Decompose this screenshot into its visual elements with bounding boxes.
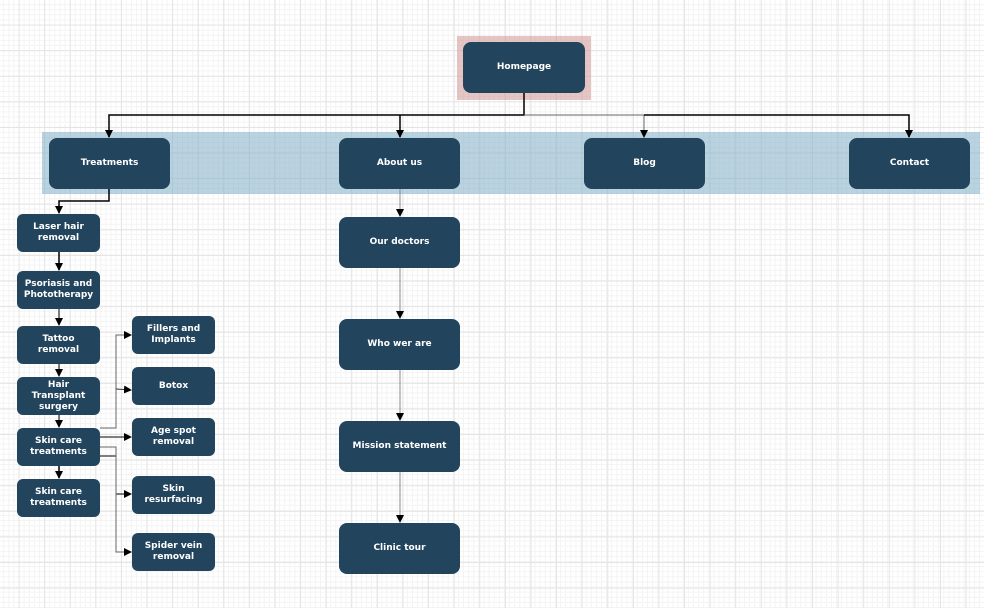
node-skin-resurfacing[interactable]: Skin resurfacing (132, 476, 215, 514)
node-clinic-tour[interactable]: Clinic tour (339, 523, 460, 574)
node-label: Contact (889, 158, 930, 168)
node-label: About us (376, 158, 423, 168)
node-laser-hair-removal[interactable]: Laser hair removal (17, 214, 100, 252)
node-label: Skin resurfacing (144, 484, 203, 505)
node-label: Psoriasis and Phototherapy (23, 279, 94, 300)
node-who-we-are[interactable]: Who wer are (339, 319, 460, 370)
node-psoriasis-phototherapy[interactable]: Psoriasis and Phototherapy (17, 271, 100, 309)
node-mission-statement[interactable]: Mission statement (339, 421, 460, 472)
edge-skincare-fillers (100, 331, 132, 429)
edge-home-blog (524, 114, 648, 138)
node-skin-care-treatments-2[interactable]: Skin care treatments (17, 479, 100, 517)
node-hair-transplant-surgery[interactable]: Hair Transplant surgery (17, 377, 100, 415)
node-label: Skin care treatments (30, 436, 87, 457)
node-our-doctors[interactable]: Our doctors (339, 217, 460, 268)
node-tattoo-removal[interactable]: Tattoo removal (17, 326, 100, 364)
node-contact[interactable]: Contact (849, 138, 970, 189)
node-skin-care-treatments[interactable]: Skin care treatments (17, 428, 100, 466)
edge-home-contact (644, 114, 913, 138)
node-treatments[interactable]: Treatments (49, 138, 170, 189)
node-label: Skin care treatments (30, 487, 87, 508)
edge-treatments-laser (55, 188, 110, 214)
edge-home-treatments (105, 93, 525, 138)
node-label: Age spot removal (151, 426, 196, 447)
node-about-us[interactable]: About us (339, 138, 460, 189)
node-label: Homepage (496, 62, 552, 72)
node-age-spot-removal[interactable]: Age spot removal (132, 418, 215, 456)
edge-skincare-botox (115, 385, 132, 394)
edge-skincare-spider (100, 446, 132, 556)
node-label: Spider vein removal (144, 541, 203, 562)
node-label: Clinic tour (373, 543, 426, 553)
node-label: Mission statement (352, 441, 447, 451)
node-homepage[interactable]: Homepage (463, 42, 585, 93)
node-label: Laser hair removal (33, 222, 84, 243)
node-label: Our doctors (369, 237, 430, 247)
node-spider-vein-removal[interactable]: Spider vein removal (132, 533, 215, 571)
node-label: Hair Transplant surgery (31, 379, 86, 412)
node-label: Who wer are (367, 339, 432, 349)
node-label: Botox (158, 380, 189, 391)
node-botox[interactable]: Botox (132, 367, 215, 405)
node-fillers-implants[interactable]: Fillers and Implants (132, 316, 215, 354)
node-label: Blog (633, 158, 656, 168)
node-label: Tattoo removal (37, 334, 80, 355)
node-blog[interactable]: Blog (584, 138, 705, 189)
node-label: Treatments (80, 158, 139, 168)
node-label: Fillers and Implants (146, 324, 201, 345)
